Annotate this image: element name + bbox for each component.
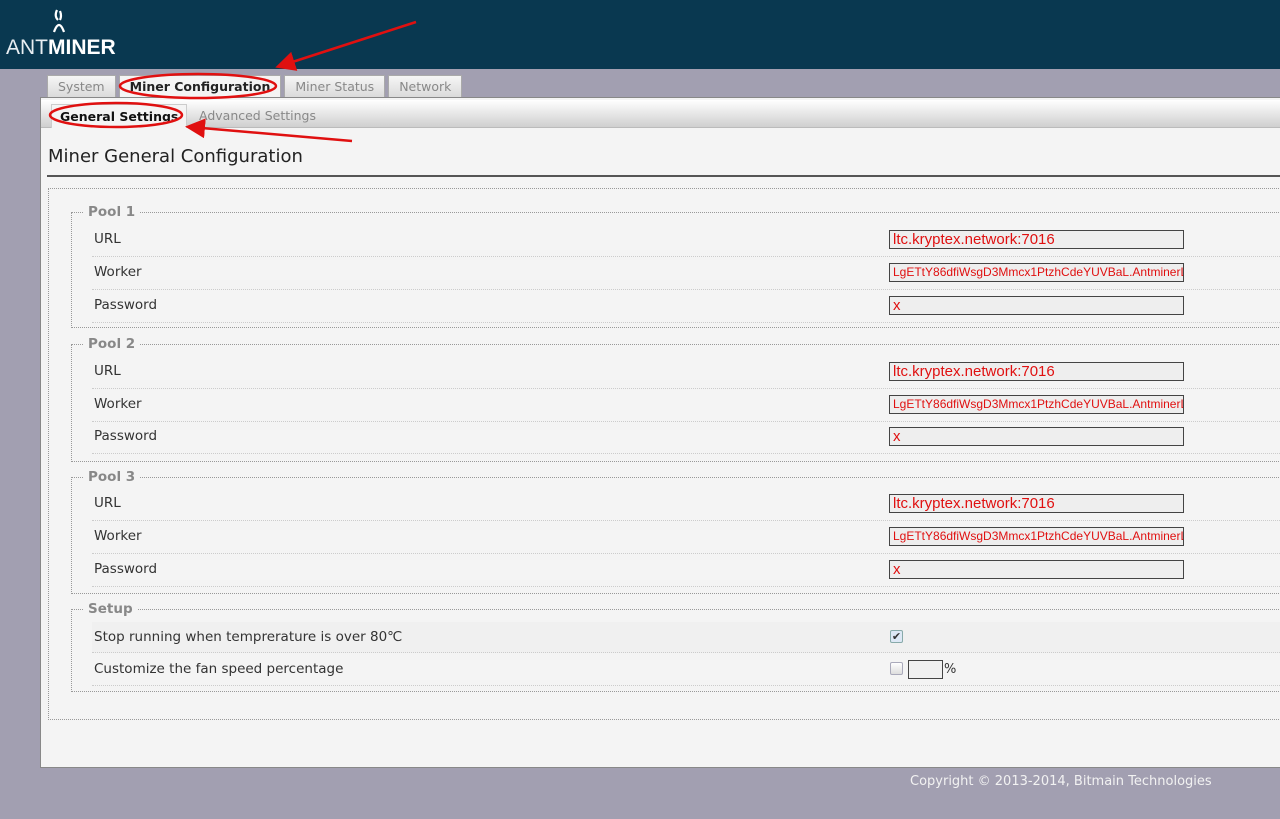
title-divider: [47, 175, 1280, 177]
ant-logo-icon: [52, 9, 66, 33]
pool-2-url-row: URL ltc.kryptex.network:7016: [92, 356, 1280, 389]
pool-1-legend: Pool 1: [84, 204, 140, 220]
url-label: URL: [94, 363, 121, 379]
pool-2-url-input[interactable]: ltc.kryptex.network:7016: [889, 362, 1184, 381]
temp-limit-checkbox[interactable]: ✔: [890, 630, 903, 643]
tab-system[interactable]: System: [47, 75, 116, 98]
temp-limit-row: Stop running when temprerature is over 8…: [92, 622, 1280, 653]
fan-speed-row: Customize the fan speed percentage%: [92, 654, 1280, 686]
fan-speed-checkbox[interactable]: [890, 662, 903, 675]
tab-miner-configuration[interactable]: Miner Configuration: [118, 75, 282, 98]
url-label: URL: [94, 231, 121, 247]
page-title: Miner General Configuration: [48, 146, 303, 167]
subtab-advanced-settings[interactable]: Advanced Settings: [191, 104, 324, 128]
password-label: Password: [94, 561, 158, 577]
pool-2-legend: Pool 2: [84, 336, 140, 352]
config-form: Pool 1 URL ltc.kryptex.network:7016 Worke…: [48, 188, 1280, 720]
worker-label: Worker: [94, 528, 142, 544]
sub-tabs: General Settings Advanced Settings: [41, 100, 1280, 128]
tab-miner-status[interactable]: Miner Status: [284, 75, 386, 98]
fan-speed-input[interactable]: [908, 660, 943, 679]
worker-label: Worker: [94, 396, 142, 412]
pool-3-fieldset: Pool 3 URL ltc.kryptex.network:7016 Worke…: [71, 469, 1280, 594]
pool-3-password-input[interactable]: x: [889, 560, 1184, 579]
url-label: URL: [94, 495, 121, 511]
password-label: Password: [94, 297, 158, 313]
pool-3-url-row: URL ltc.kryptex.network:7016: [92, 488, 1280, 521]
pool-2-password-row: Password x: [92, 421, 1280, 454]
pool-2-fieldset: Pool 2 URL ltc.kryptex.network:7016 Worke…: [71, 336, 1280, 462]
main-tabs: System Miner Configuration Miner Status …: [47, 75, 463, 98]
pool-3-worker-input[interactable]: LgETtY86dfiWsgD3Mmcx1PtzhCdeYUVBaL.Antmi…: [889, 527, 1184, 546]
percent-label: %: [944, 662, 957, 677]
worker-label: Worker: [94, 264, 142, 280]
fan-speed-label: Customize the fan speed percentage: [94, 661, 344, 677]
tab-network[interactable]: Network: [388, 75, 463, 98]
pool-1-url-row: URL ltc.kryptex.network:7016: [92, 224, 1280, 257]
setup-legend: Setup: [84, 601, 137, 617]
pool-2-worker-input[interactable]: LgETtY86dfiWsgD3Mmcx1PtzhCdeYUVBaL.Antmi…: [889, 395, 1184, 414]
pool-1-password-input[interactable]: x: [889, 296, 1184, 315]
pool-3-url-input[interactable]: ltc.kryptex.network:7016: [889, 494, 1184, 513]
pool-1-worker-row: Worker LgETtY86dfiWsgD3Mmcx1PtzhCdeYUVBaL…: [92, 257, 1280, 290]
setup-fieldset: Setup Stop running when temprerature is …: [71, 601, 1280, 692]
pool-1-url-input[interactable]: ltc.kryptex.network:7016: [889, 230, 1184, 249]
password-label: Password: [94, 428, 158, 444]
subtab-general-settings[interactable]: General Settings: [51, 104, 188, 128]
pool-2-password-input[interactable]: x: [889, 427, 1184, 446]
pool-3-password-row: Password x: [92, 554, 1280, 587]
content-panel: General Settings Advanced Settings Miner…: [40, 97, 1280, 768]
header: ANTMINER: [0, 0, 1280, 69]
pool-1-fieldset: Pool 1 URL ltc.kryptex.network:7016 Worke…: [71, 204, 1280, 328]
pool-3-worker-row: Worker LgETtY86dfiWsgD3Mmcx1PtzhCdeYUVBaL…: [92, 521, 1280, 554]
pool-1-password-row: Password x: [92, 290, 1280, 323]
footer-copyright: Copyright © 2013-2014, Bitmain Technolog…: [910, 774, 1212, 789]
pool-1-worker-input[interactable]: LgETtY86dfiWsgD3Mmcx1PtzhCdeYUVBaL.Antmi…: [889, 263, 1184, 282]
temp-limit-label: Stop running when temprerature is over 8…: [94, 629, 403, 645]
pool-2-worker-row: Worker LgETtY86dfiWsgD3Mmcx1PtzhCdeYUVBaL…: [92, 389, 1280, 422]
pool-3-legend: Pool 3: [84, 469, 140, 485]
